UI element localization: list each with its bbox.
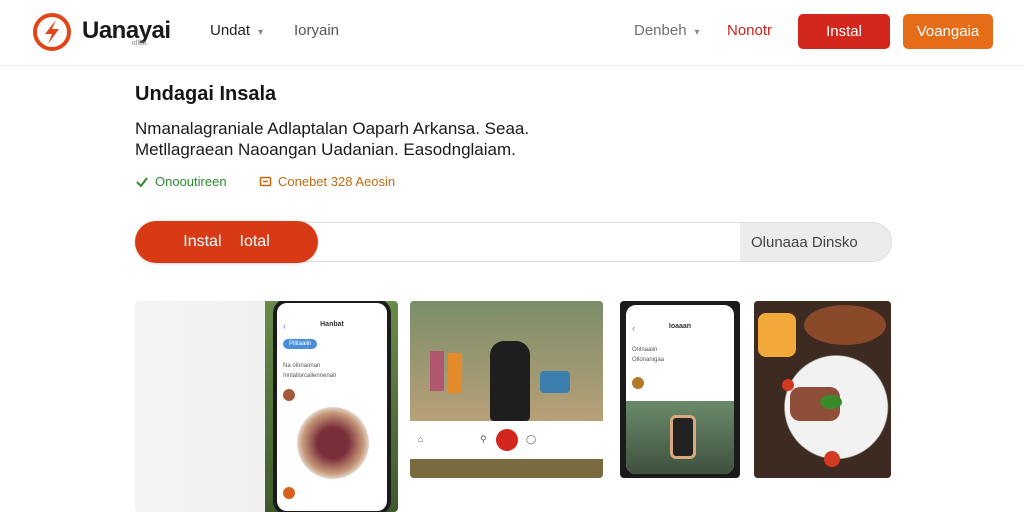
install-total-button[interactable]: Instal Iotal xyxy=(135,221,318,263)
handheld-device xyxy=(670,415,696,459)
post-text: Ollonanigaa xyxy=(632,357,665,363)
nav-item-nonotr[interactable]: Nonotr xyxy=(727,22,772,39)
avatar xyxy=(283,487,295,499)
app-screenshot-4[interactable] xyxy=(754,301,891,478)
brand-name[interactable]: Uanayai xyxy=(82,17,171,45)
food-bowl xyxy=(804,305,886,345)
secondary-cta-button[interactable]: Voangaia xyxy=(903,14,993,49)
app-description: Nmanalagraniale Adlaptalan Oaparh Arkans… xyxy=(135,118,655,160)
nav-item-ioryain[interactable]: Ioryain xyxy=(294,22,339,39)
bottom-nav: ⌂ ⚲ ◯ xyxy=(410,421,603,459)
verified-label: Onooutireen xyxy=(155,174,227,189)
herb-garnish xyxy=(820,395,842,409)
chevron-down-icon: ▾ xyxy=(694,27,700,38)
chat-icon[interactable]: ◯ xyxy=(526,434,536,445)
install-pill-label-secondary: Iotal xyxy=(239,233,270,250)
install-button[interactable]: Instal xyxy=(798,14,890,49)
filter-chip: Pilitaaiin xyxy=(283,339,318,349)
post-text: Innlallorcallennenan xyxy=(283,373,337,379)
avatar xyxy=(283,389,295,401)
post-text: Onlnaaiin xyxy=(632,347,658,353)
person-figure xyxy=(430,351,444,391)
online-tag-button[interactable]: Olunaaa Dinsko xyxy=(740,223,891,261)
post-text: Na olonaonan xyxy=(283,363,321,369)
app-screenshot-3[interactable]: ‹ Ioaaan Onlnaaiin Ollonanigaa xyxy=(620,301,740,478)
rating-label: Conebet 328 Aeosin xyxy=(278,174,396,189)
ground-strip xyxy=(410,459,603,478)
avatar xyxy=(632,377,644,389)
nav-item-undat[interactable]: Undat ▾ xyxy=(210,22,263,39)
person-figure xyxy=(448,353,462,393)
search-icon[interactable]: ⚲ xyxy=(480,434,487,445)
nav-item-denbeh[interactable]: Denbeh ▾ xyxy=(634,22,700,39)
home-icon[interactable]: ⌂ xyxy=(418,434,423,444)
description-line: Nmanalagraniale Adlaptalan Oaparh Arkans… xyxy=(135,119,530,138)
brand-logo-icon[interactable] xyxy=(32,12,72,52)
basin-object xyxy=(540,371,570,393)
install-pill-label: Instal xyxy=(183,233,222,250)
verified-badge: Onooutireen xyxy=(135,174,227,189)
brand-subtitle: idlba xyxy=(132,40,147,47)
phone-screen-title: Ioaaan xyxy=(668,323,692,330)
record-button-icon[interactable] xyxy=(496,429,518,451)
phone-mockup: ‹ Ioaaan Onlnaaiin Ollonanigaa xyxy=(622,301,738,478)
phone-screen-title: Hanbat xyxy=(320,321,344,328)
tomato xyxy=(824,451,840,467)
device-photo xyxy=(626,401,734,474)
top-navigation-bar: Uanayai idlba Undat ▾ Ioryain Denbeh ▾ Non… xyxy=(0,0,1024,66)
nav-item-label: Undat xyxy=(210,22,251,39)
tomato xyxy=(782,379,794,391)
checkmark-icon xyxy=(136,176,148,188)
app-screenshot-1[interactable]: ‹ Hanbat Pilitaaiin Na olonaonan Innlall… xyxy=(135,301,398,512)
page-title: Undagai Insala xyxy=(135,83,277,105)
person-figure xyxy=(490,341,530,421)
drink-glass xyxy=(758,313,796,357)
food-photo xyxy=(297,407,369,479)
phone-mockup: ‹ Hanbat Pilitaaiin Na olonaonan Innlall… xyxy=(273,301,391,512)
rating-icon xyxy=(259,176,272,187)
app-screenshot-2[interactable]: ⌂ ⚲ ◯ xyxy=(410,301,603,478)
description-line: Metllagraean Naoangan Uadanian. Easodngl… xyxy=(135,140,516,159)
chevron-down-icon: ▾ xyxy=(258,27,264,38)
rating-badge: Conebet 328 Aeosin xyxy=(259,174,395,189)
search-input[interactable] xyxy=(330,226,730,258)
nav-item-label: Denbeh xyxy=(634,22,687,39)
